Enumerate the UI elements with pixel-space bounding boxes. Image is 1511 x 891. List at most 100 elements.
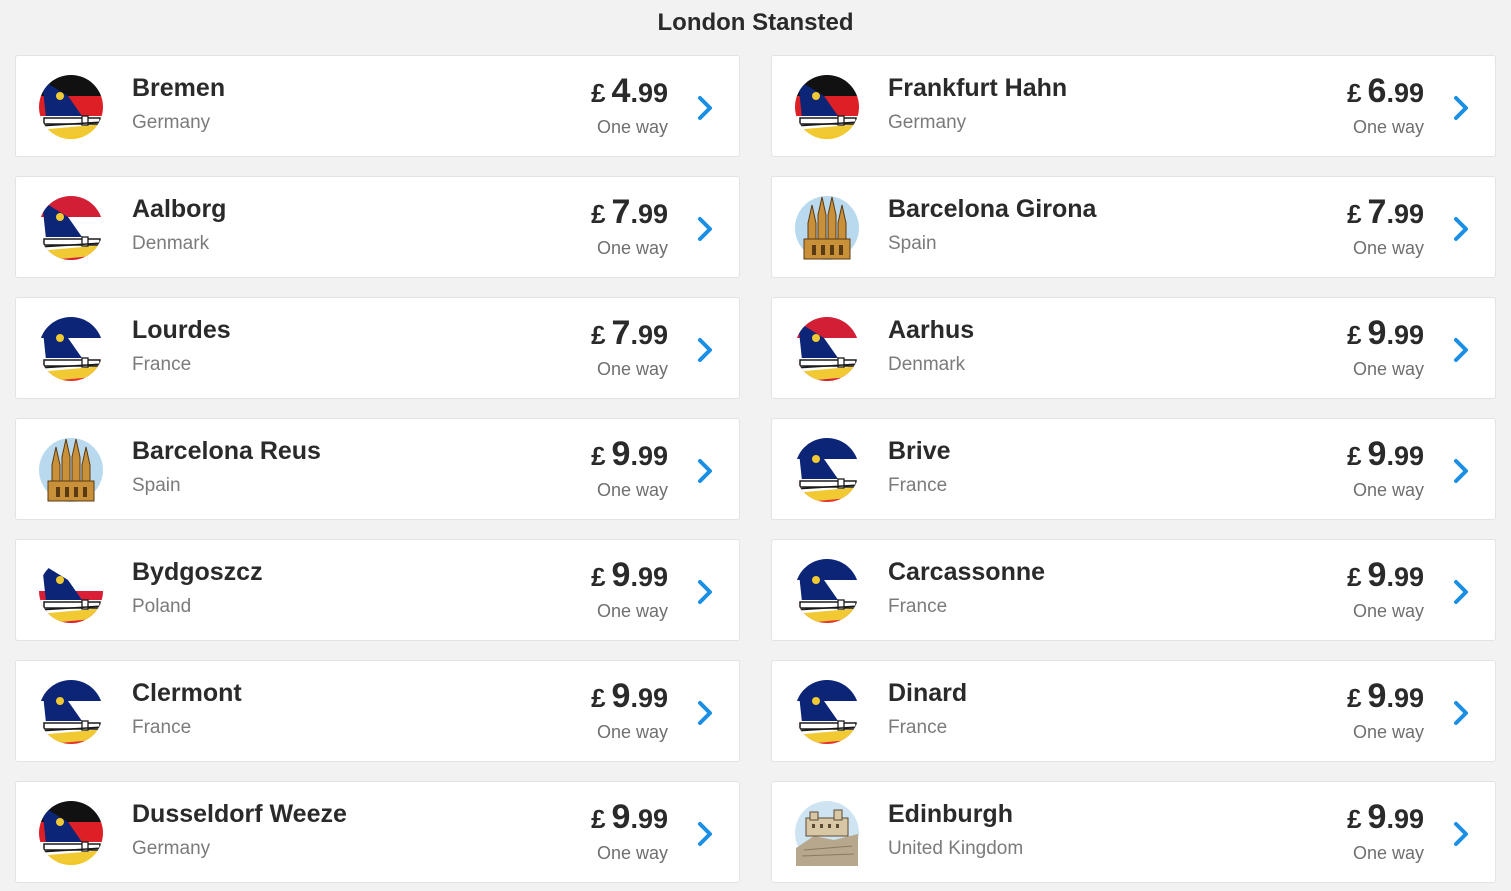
trip-type: One way <box>596 359 668 379</box>
price-decimal: .99 <box>1386 441 1424 471</box>
destination-card[interactable]: Bydgoszcz Poland £9.99 One way <box>15 539 740 641</box>
price-decimal: .99 <box>1386 804 1424 834</box>
chevron-right-icon[interactable] <box>1452 699 1470 727</box>
destination-city: Aarhus <box>888 316 975 344</box>
price-decimal: .99 <box>630 683 668 713</box>
price-whole: 9 <box>1367 677 1387 715</box>
destination-card[interactable]: Carcassonne France £9.99 One way <box>771 539 1496 641</box>
chevron-right-icon[interactable] <box>1452 336 1470 364</box>
destination-city: Barcelona Reus <box>132 437 321 465</box>
chevron-right-icon[interactable] <box>1452 578 1470 606</box>
price-whole: 7 <box>1367 193 1387 231</box>
price-decimal: .99 <box>630 199 668 229</box>
fare-price: £9.99 <box>591 556 668 595</box>
currency-symbol: £ <box>1347 804 1362 834</box>
price-decimal: .99 <box>630 804 668 834</box>
chevron-right-icon[interactable] <box>1452 215 1470 243</box>
chevron-right-icon[interactable] <box>1452 94 1470 122</box>
poland-ryanair-icon <box>38 558 104 624</box>
fare-price: £9.99 <box>591 798 668 837</box>
chevron-right-icon[interactable] <box>696 820 714 848</box>
france-ryanair-icon <box>794 437 860 503</box>
price-whole: 9 <box>611 798 631 836</box>
trip-type: One way <box>1352 359 1424 379</box>
destination-city: Bydgoszcz <box>132 558 263 586</box>
destination-city: Lourdes <box>132 316 231 344</box>
destination-card[interactable]: Frankfurt Hahn Germany £6.99 One way <box>771 55 1496 157</box>
destination-country: Denmark <box>132 233 210 254</box>
france-ryanair-icon <box>794 558 860 624</box>
chevron-right-icon[interactable] <box>696 699 714 727</box>
fare-price: £7.99 <box>1347 193 1424 232</box>
fare-price: £9.99 <box>591 435 668 474</box>
currency-symbol: £ <box>591 78 606 108</box>
destination-country: Germany <box>888 112 967 133</box>
destination-city: Barcelona Girona <box>888 195 1097 223</box>
denmark-ryanair-icon <box>38 195 104 261</box>
destinations-grid: Bremen Germany £4.99 One way Frankfurt H… <box>15 55 1496 883</box>
trip-type: One way <box>1352 601 1424 621</box>
destination-country: United Kingdom <box>888 838 1024 859</box>
destination-card[interactable]: Edinburgh United Kingdom £9.99 One way <box>771 781 1496 883</box>
destination-card[interactable]: Dinard France £9.99 One way <box>771 660 1496 762</box>
page-title: London Stansted <box>657 9 854 36</box>
france-ryanair-icon <box>38 679 104 745</box>
trip-type: One way <box>596 601 668 621</box>
france-ryanair-icon <box>794 679 860 745</box>
destination-city: Frankfurt Hahn <box>888 74 1068 102</box>
price-whole: 9 <box>1367 556 1387 594</box>
price-whole: 9 <box>611 435 631 473</box>
price-whole: 4 <box>611 72 631 110</box>
destination-card[interactable]: Aarhus Denmark £9.99 One way <box>771 297 1496 399</box>
price-decimal: .99 <box>630 78 668 108</box>
fare-price: £4.99 <box>591 72 668 111</box>
chevron-right-icon[interactable] <box>696 336 714 364</box>
destination-card[interactable]: Clermont France £9.99 One way <box>15 660 740 762</box>
france-ryanair-icon <box>38 316 104 382</box>
denmark-ryanair-icon <box>794 316 860 382</box>
destination-country: Poland <box>132 596 192 617</box>
chevron-right-icon[interactable] <box>696 457 714 485</box>
price-decimal: .99 <box>1386 199 1424 229</box>
price-decimal: .99 <box>1386 683 1424 713</box>
chevron-right-icon[interactable] <box>696 215 714 243</box>
chevron-right-icon[interactable] <box>1452 820 1470 848</box>
germany-ryanair-icon <box>38 74 104 140</box>
price-decimal: .99 <box>630 320 668 350</box>
price-whole: 9 <box>1367 314 1387 352</box>
price-decimal: .99 <box>630 562 668 592</box>
chevron-right-icon[interactable] <box>696 94 714 122</box>
price-decimal: .99 <box>1386 320 1424 350</box>
sagrada-familia-icon <box>38 437 104 503</box>
chevron-right-icon[interactable] <box>1452 457 1470 485</box>
price-whole: 7 <box>611 314 631 352</box>
destination-country: Spain <box>132 475 181 496</box>
destination-country: France <box>888 475 948 496</box>
destination-card[interactable]: Bremen Germany £4.99 One way <box>15 55 740 157</box>
currency-symbol: £ <box>591 320 606 350</box>
chevron-right-icon[interactable] <box>696 578 714 606</box>
fare-price: £9.99 <box>1347 677 1424 716</box>
destination-card[interactable]: Brive France £9.99 One way <box>771 418 1496 520</box>
currency-symbol: £ <box>591 804 606 834</box>
fare-price: £7.99 <box>591 193 668 232</box>
destination-card[interactable]: Dusseldorf Weeze Germany £9.99 One way <box>15 781 740 883</box>
destination-city: Clermont <box>132 679 242 707</box>
currency-symbol: £ <box>1347 78 1362 108</box>
currency-symbol: £ <box>591 199 606 229</box>
destination-city: Dusseldorf Weeze <box>132 800 347 828</box>
destination-card[interactable]: Lourdes France £7.99 One way <box>15 297 740 399</box>
currency-symbol: £ <box>1347 320 1362 350</box>
edinburgh-castle-icon <box>794 800 860 866</box>
destination-country: France <box>132 354 192 375</box>
trip-type: One way <box>1352 722 1424 742</box>
destination-country: France <box>888 717 948 738</box>
destination-card[interactable]: Barcelona Reus Spain £9.99 One way <box>15 418 740 520</box>
fare-price: £9.99 <box>1347 435 1424 474</box>
trip-type: One way <box>1352 117 1424 137</box>
trip-type: One way <box>1352 238 1424 258</box>
destination-card[interactable]: Barcelona Girona Spain £7.99 One way <box>771 176 1496 278</box>
price-whole: 9 <box>611 556 631 594</box>
fare-price: £7.99 <box>591 314 668 353</box>
destination-card[interactable]: Aalborg Denmark £7.99 One way <box>15 176 740 278</box>
